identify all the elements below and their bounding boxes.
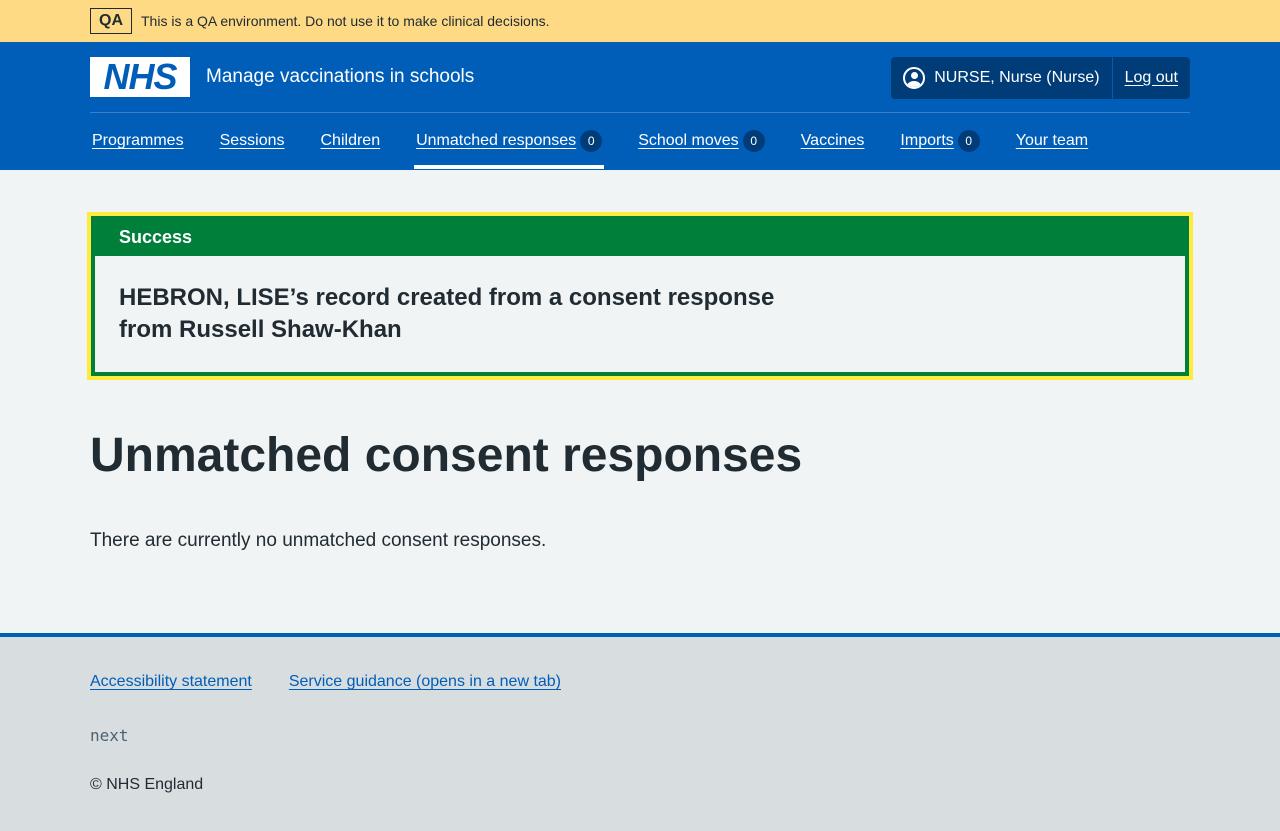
- account-user-name: NURSE, Nurse (Nurse): [934, 68, 1100, 86]
- logout-link[interactable]: Log out: [1111, 56, 1190, 99]
- service-guidance-link[interactable]: Service guidance (opens in a new tab): [289, 673, 561, 691]
- account-menu: NURSE, Nurse (Nurse) Log out: [891, 56, 1190, 99]
- environment-warning: This is a QA environment. Do not use it …: [141, 13, 550, 29]
- app-version: next: [90, 726, 129, 745]
- school-moves-count-badge: 0: [742, 130, 765, 152]
- site-header: NHS Manage vaccinations in schools NURSE…: [0, 42, 1280, 170]
- environment-tag: QA: [90, 8, 132, 34]
- nhs-logo: NHS: [90, 57, 190, 97]
- nav-item-sessions[interactable]: Sessions: [218, 113, 287, 169]
- unmatched-responses-count-badge: 0: [580, 130, 603, 152]
- nav-item-imports[interactable]: Imports 0: [898, 113, 981, 169]
- home-link[interactable]: NHS Manage vaccinations in schools: [90, 57, 474, 97]
- imports-count-badge: 0: [957, 130, 980, 152]
- nav-item-school-moves[interactable]: School moves 0: [636, 113, 767, 169]
- nav-item-unmatched-responses[interactable]: Unmatched responses 0: [414, 113, 605, 169]
- user-icon: [903, 66, 926, 89]
- accessibility-statement-link[interactable]: Accessibility statement: [90, 673, 252, 691]
- service-name: Manage vaccinations in schools: [206, 66, 475, 87]
- nav-item-children[interactable]: Children: [319, 113, 383, 169]
- main-content: Success HEBRON, LISE’s record created fr…: [0, 170, 1280, 633]
- nav-item-your-team[interactable]: Your team: [1014, 113, 1090, 169]
- nav-item-vaccines[interactable]: Vaccines: [799, 113, 867, 169]
- success-notification-title: Success: [95, 219, 1185, 256]
- success-notification: Success HEBRON, LISE’s record created fr…: [87, 212, 1193, 380]
- primary-navigation: Programmes Sessions Children Unmatched r…: [90, 113, 1190, 169]
- copyright: © NHS England: [90, 776, 204, 793]
- success-notification-message: HEBRON, LISE’s record created from a con…: [119, 284, 775, 343]
- account-user: NURSE, Nurse (Nurse): [891, 57, 1111, 99]
- site-footer: Accessibility statement Service guidance…: [0, 633, 1280, 831]
- nav-item-programmes[interactable]: Programmes: [90, 113, 186, 169]
- environment-banner: QA This is a QA environment. Do not use …: [0, 0, 1280, 42]
- page-title: Unmatched consent responses: [90, 429, 803, 482]
- empty-state-message: There are currently no unmatched consent…: [90, 530, 547, 551]
